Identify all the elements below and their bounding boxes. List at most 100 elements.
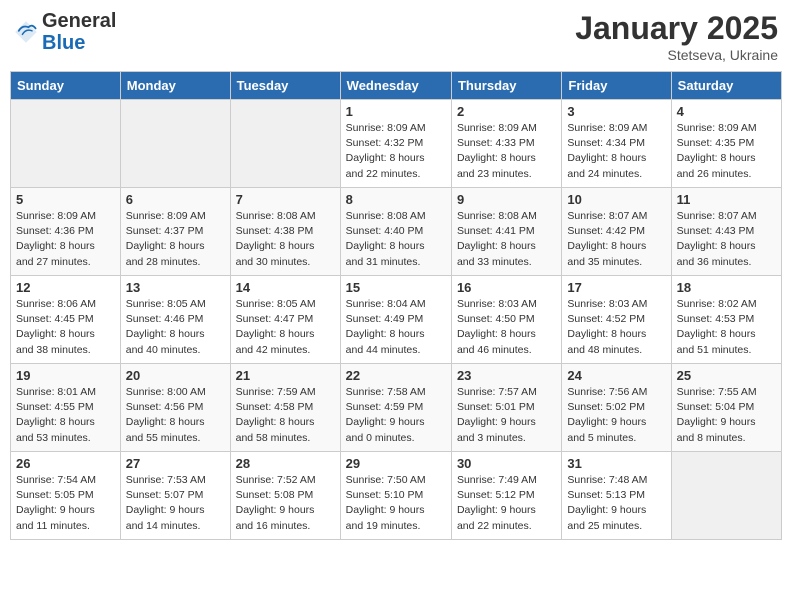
weekday-header: Sunday — [11, 72, 121, 100]
day-number: 13 — [126, 280, 225, 295]
calendar-cell: 5Sunrise: 8:09 AMSunset: 4:36 PMDaylight… — [11, 188, 121, 276]
day-info: Sunrise: 8:09 AMSunset: 4:37 PMDaylight:… — [126, 209, 225, 270]
day-info: Sunrise: 8:09 AMSunset: 4:36 PMDaylight:… — [16, 209, 115, 270]
calendar-cell: 1 Sunrise: 8:09 AMSunset: 4:32 PMDaylight… — [340, 100, 451, 188]
day-info: Sunrise: 8:08 AMSunset: 4:38 PMDaylight:… — [236, 209, 335, 270]
day-number: 9 — [457, 192, 556, 207]
calendar-cell: 29 Sunrise: 7:50 AMSunset: 5:10 PMDayligh… — [340, 452, 451, 540]
calendar-cell: 23 Sunrise: 7:57 AMSunset: 5:01 PMDayligh… — [451, 364, 561, 452]
calendar-cell: 18 Sunrise: 8:02 AMSunset: 4:53 PMDayligh… — [671, 276, 781, 364]
day-number: 17 — [567, 280, 665, 295]
day-info: Sunrise: 8:08 AMSunset: 4:41 PMDaylight:… — [457, 209, 556, 270]
day-info: Sunrise: 8:09 AMSunset: 4:35 PMDaylight:… — [677, 121, 776, 182]
calendar-week-row: 26 Sunrise: 7:54 AMSunset: 5:05 PMDayligh… — [11, 452, 782, 540]
calendar-cell — [671, 452, 781, 540]
weekday-header: Thursday — [451, 72, 561, 100]
calendar-table: SundayMondayTuesdayWednesdayThursdayFrid… — [10, 71, 782, 540]
page-header: General Blue January 2025 Stetseva, Ukra… — [10, 10, 782, 63]
day-info: Sunrise: 8:07 AMSunset: 4:43 PMDaylight:… — [677, 209, 776, 270]
calendar-week-row: 5Sunrise: 8:09 AMSunset: 4:36 PMDaylight… — [11, 188, 782, 276]
day-number: 20 — [126, 368, 225, 383]
day-number: 11 — [677, 192, 776, 207]
day-number: 10 — [567, 192, 665, 207]
calendar-cell — [11, 100, 121, 188]
day-info: Sunrise: 8:09 AMSunset: 4:33 PMDaylight:… — [457, 121, 556, 182]
day-info: Sunrise: 8:06 AMSunset: 4:45 PMDaylight:… — [16, 297, 115, 358]
calendar-cell: 7 Sunrise: 8:08 AMSunset: 4:38 PMDaylight… — [230, 188, 340, 276]
day-info: Sunrise: 7:56 AMSunset: 5:02 PMDaylight:… — [567, 385, 665, 446]
day-info: Sunrise: 8:05 AMSunset: 4:46 PMDaylight:… — [126, 297, 225, 358]
day-number: 26 — [16, 456, 115, 471]
day-number: 29 — [346, 456, 446, 471]
day-info: Sunrise: 7:54 AMSunset: 5:05 PMDaylight:… — [16, 473, 115, 534]
calendar-cell: 17 Sunrise: 8:03 AMSunset: 4:52 PMDayligh… — [562, 276, 671, 364]
day-info: Sunrise: 7:55 AMSunset: 5:04 PMDaylight:… — [677, 385, 776, 446]
calendar-cell: 4 Sunrise: 8:09 AMSunset: 4:35 PMDaylight… — [671, 100, 781, 188]
calendar-cell: 2 Sunrise: 8:09 AMSunset: 4:33 PMDaylight… — [451, 100, 561, 188]
calendar-cell: 8Sunrise: 8:08 AMSunset: 4:40 PMDaylight… — [340, 188, 451, 276]
day-number: 1 — [346, 104, 446, 119]
day-info: Sunrise: 8:05 AMSunset: 4:47 PMDaylight:… — [236, 297, 335, 358]
day-number: 7 — [236, 192, 335, 207]
calendar-cell: 31 Sunrise: 7:48 AMSunset: 5:13 PMDayligh… — [562, 452, 671, 540]
calendar-cell: 20Sunrise: 8:00 AMSunset: 4:56 PMDayligh… — [120, 364, 230, 452]
calendar-cell: 27Sunrise: 7:53 AMSunset: 5:07 PMDayligh… — [120, 452, 230, 540]
day-number: 19 — [16, 368, 115, 383]
calendar-cell: 25Sunrise: 7:55 AMSunset: 5:04 PMDayligh… — [671, 364, 781, 452]
day-info: Sunrise: 7:57 AMSunset: 5:01 PMDaylight:… — [457, 385, 556, 446]
day-number: 18 — [677, 280, 776, 295]
day-info: Sunrise: 8:03 AMSunset: 4:52 PMDaylight:… — [567, 297, 665, 358]
day-number: 8 — [346, 192, 446, 207]
logo-icon — [14, 20, 38, 44]
day-number: 14 — [236, 280, 335, 295]
calendar-cell: 13 Sunrise: 8:05 AMSunset: 4:46 PMDayligh… — [120, 276, 230, 364]
day-number: 28 — [236, 456, 335, 471]
calendar-header-row: SundayMondayTuesdayWednesdayThursdayFrid… — [11, 72, 782, 100]
day-number: 16 — [457, 280, 556, 295]
weekday-header: Monday — [120, 72, 230, 100]
day-number: 3 — [567, 104, 665, 119]
day-info: Sunrise: 7:49 AMSunset: 5:12 PMDaylight:… — [457, 473, 556, 534]
day-number: 21 — [236, 368, 335, 383]
calendar-cell: 10Sunrise: 8:07 AMSunset: 4:42 PMDayligh… — [562, 188, 671, 276]
day-number: 15 — [346, 280, 446, 295]
day-info: Sunrise: 7:52 AMSunset: 5:08 PMDaylight:… — [236, 473, 335, 534]
title-block: January 2025 Stetseva, Ukraine — [575, 10, 778, 63]
day-number: 22 — [346, 368, 446, 383]
month-title: January 2025 — [575, 10, 778, 47]
day-info: Sunrise: 7:50 AMSunset: 5:10 PMDaylight:… — [346, 473, 446, 534]
day-info: Sunrise: 7:58 AMSunset: 4:59 PMDaylight:… — [346, 385, 446, 446]
day-number: 31 — [567, 456, 665, 471]
calendar-week-row: 19 Sunrise: 8:01 AMSunset: 4:55 PMDayligh… — [11, 364, 782, 452]
location-subtitle: Stetseva, Ukraine — [575, 47, 778, 63]
day-info: Sunrise: 8:04 AMSunset: 4:49 PMDaylight:… — [346, 297, 446, 358]
day-info: Sunrise: 8:02 AMSunset: 4:53 PMDaylight:… — [677, 297, 776, 358]
day-info: Sunrise: 8:03 AMSunset: 4:50 PMDaylight:… — [457, 297, 556, 358]
calendar-cell: 28 Sunrise: 7:52 AMSunset: 5:08 PMDayligh… — [230, 452, 340, 540]
calendar-cell: 11 Sunrise: 8:07 AMSunset: 4:43 PMDayligh… — [671, 188, 781, 276]
calendar-cell: 26 Sunrise: 7:54 AMSunset: 5:05 PMDayligh… — [11, 452, 121, 540]
calendar-cell: 15 Sunrise: 8:04 AMSunset: 4:49 PMDayligh… — [340, 276, 451, 364]
day-number: 24 — [567, 368, 665, 383]
calendar-cell: 19 Sunrise: 8:01 AMSunset: 4:55 PMDayligh… — [11, 364, 121, 452]
calendar-week-row: 12Sunrise: 8:06 AMSunset: 4:45 PMDayligh… — [11, 276, 782, 364]
weekday-header: Wednesday — [340, 72, 451, 100]
day-info: Sunrise: 7:48 AMSunset: 5:13 PMDaylight:… — [567, 473, 665, 534]
day-number: 2 — [457, 104, 556, 119]
logo-blue: Blue — [42, 32, 85, 54]
calendar-cell: 14 Sunrise: 8:05 AMSunset: 4:47 PMDayligh… — [230, 276, 340, 364]
calendar-cell: 9 Sunrise: 8:08 AMSunset: 4:41 PMDaylight… — [451, 188, 561, 276]
calendar-cell — [120, 100, 230, 188]
day-info: Sunrise: 8:09 AMSunset: 4:32 PMDaylight:… — [346, 121, 446, 182]
day-number: 23 — [457, 368, 556, 383]
day-info: Sunrise: 7:59 AMSunset: 4:58 PMDaylight:… — [236, 385, 335, 446]
calendar-cell: 30 Sunrise: 7:49 AMSunset: 5:12 PMDayligh… — [451, 452, 561, 540]
calendar-cell: 16 Sunrise: 8:03 AMSunset: 4:50 PMDayligh… — [451, 276, 561, 364]
calendar-cell — [230, 100, 340, 188]
calendar-cell: 21 Sunrise: 7:59 AMSunset: 4:58 PMDayligh… — [230, 364, 340, 452]
day-number: 30 — [457, 456, 556, 471]
day-number: 4 — [677, 104, 776, 119]
day-number: 6 — [126, 192, 225, 207]
calendar-week-row: 1 Sunrise: 8:09 AMSunset: 4:32 PMDaylight… — [11, 100, 782, 188]
day-info: Sunrise: 8:01 AMSunset: 4:55 PMDaylight:… — [16, 385, 115, 446]
